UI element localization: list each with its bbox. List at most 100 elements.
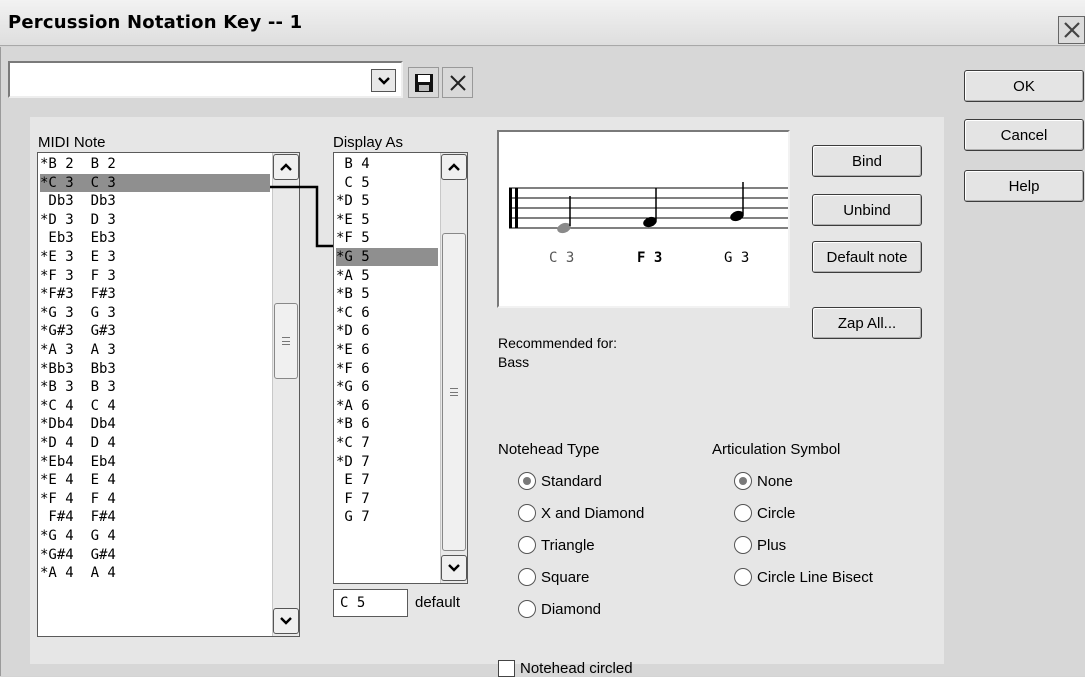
checkbox-box[interactable] bbox=[498, 660, 515, 677]
midi-note-item[interactable]: *C 4 C 4 bbox=[40, 397, 270, 415]
radio-button[interactable] bbox=[518, 472, 536, 490]
midi-note-item[interactable]: Eb3 Eb3 bbox=[40, 229, 270, 247]
midi-note-list[interactable]: *B 2 B 2 *C 3 C 3 Db3 Db3 *D 3 D 3 Eb3 Eb3… bbox=[37, 152, 300, 637]
close-button[interactable] bbox=[1058, 16, 1085, 44]
midi-note-item[interactable]: *A 3 A 3 bbox=[40, 341, 270, 359]
staff-caption-3: G 3 bbox=[724, 250, 750, 266]
display-as-item[interactable]: *A 6 bbox=[336, 397, 438, 415]
radio-button[interactable] bbox=[734, 536, 752, 554]
midi-note-header: MIDI Note bbox=[38, 134, 106, 151]
display-as-item[interactable]: *C 6 bbox=[336, 304, 438, 322]
display-as-item[interactable]: *F 6 bbox=[336, 360, 438, 378]
save-preset-button[interactable] bbox=[408, 67, 439, 98]
display-as-item[interactable]: *A 5 bbox=[336, 267, 438, 285]
articulation-option[interactable]: Plus bbox=[734, 536, 786, 554]
chevron-down-icon bbox=[377, 76, 390, 85]
default-note-field[interactable]: C 5 bbox=[333, 589, 408, 617]
display-as-item[interactable]: *D 7 bbox=[336, 453, 438, 471]
articulation-option[interactable]: Circle Line Bisect bbox=[734, 568, 873, 586]
recommended-label: Recommended for: bbox=[498, 335, 618, 351]
notehead-type-option[interactable]: Diamond bbox=[518, 600, 601, 618]
midi-note-item[interactable]: *B 2 B 2 bbox=[40, 155, 270, 173]
midi-note-item[interactable]: *D 4 D 4 bbox=[40, 434, 270, 452]
scroll-down-button[interactable] bbox=[441, 555, 467, 581]
binding-connector bbox=[270, 185, 335, 248]
display-as-item[interactable]: B 4 bbox=[336, 155, 438, 173]
display-as-item[interactable]: C 5 bbox=[336, 174, 438, 192]
ok-button[interactable]: OK bbox=[964, 70, 1084, 102]
unbind-button[interactable]: Unbind bbox=[812, 194, 922, 226]
midi-note-item[interactable]: *F 3 F 3 bbox=[40, 267, 270, 285]
cancel-button[interactable]: Cancel bbox=[964, 119, 1084, 151]
notehead-type-option[interactable]: Triangle bbox=[518, 536, 595, 554]
scroll-grip-icon bbox=[282, 337, 290, 345]
bind-button[interactable]: Bind bbox=[812, 145, 922, 177]
scroll-down-button[interactable] bbox=[273, 608, 299, 634]
display-as-item[interactable]: *E 5 bbox=[336, 211, 438, 229]
notehead-type-option[interactable]: X and Diamond bbox=[518, 504, 644, 522]
preset-combo[interactable] bbox=[8, 61, 403, 98]
help-button[interactable]: Help bbox=[964, 170, 1084, 202]
display-as-item[interactable]: *D 5 bbox=[336, 192, 438, 210]
radio-button[interactable] bbox=[518, 568, 536, 586]
display-as-item[interactable]: *C 7 bbox=[336, 434, 438, 452]
articulation-option[interactable]: None bbox=[734, 472, 793, 490]
radio-button[interactable] bbox=[734, 504, 752, 522]
radio-button[interactable] bbox=[518, 600, 536, 618]
articulation-heading: Articulation Symbol bbox=[712, 441, 841, 458]
articulation-option[interactable]: Circle bbox=[734, 504, 795, 522]
notehead-type-option[interactable]: Square bbox=[518, 568, 589, 586]
midi-note-item[interactable]: *G#3 G#3 bbox=[40, 322, 270, 340]
notehead-circled-checkbox[interactable]: Notehead circled bbox=[498, 660, 633, 677]
notehead-type-option-label: Standard bbox=[541, 472, 602, 490]
display-as-item[interactable]: E 7 bbox=[336, 471, 438, 489]
midi-note-item[interactable]: *C 3 C 3 bbox=[40, 173, 270, 192]
preset-dropdown-button[interactable] bbox=[371, 69, 396, 92]
articulation-option-label: Circle Line Bisect bbox=[757, 568, 873, 586]
midi-note-item[interactable]: *Eb4 Eb4 bbox=[40, 453, 270, 471]
midi-note-item[interactable]: F#4 F#4 bbox=[40, 508, 270, 526]
midi-note-item[interactable]: *G 4 G 4 bbox=[40, 527, 270, 545]
midi-note-item[interactable]: *F#3 F#3 bbox=[40, 285, 270, 303]
display-as-list[interactable]: B 4 C 5 *D 5 *E 5 *F 5 *G 5 *A 5 *B 5 *C 6 *D 6 *… bbox=[333, 152, 468, 584]
radio-button[interactable] bbox=[734, 472, 752, 490]
midi-note-item[interactable]: *B 3 B 3 bbox=[40, 378, 270, 396]
delete-preset-button[interactable] bbox=[442, 67, 473, 98]
display-as-item[interactable]: *G 5 bbox=[336, 248, 438, 266]
default-note-button[interactable]: Default note bbox=[812, 241, 922, 273]
notehead-type-option[interactable]: Standard bbox=[518, 472, 602, 490]
display-as-item[interactable]: *G 6 bbox=[336, 378, 438, 396]
scroll-thumb[interactable] bbox=[442, 233, 466, 551]
midi-note-item[interactable]: *E 3 E 3 bbox=[40, 248, 270, 266]
notehead-type-heading: Notehead Type bbox=[498, 441, 600, 458]
scroll-up-button[interactable] bbox=[441, 154, 467, 180]
midi-note-item[interactable]: *D 3 D 3 bbox=[40, 211, 270, 229]
display-as-item[interactable]: *F 5 bbox=[336, 229, 438, 247]
midi-note-item[interactable]: Db3 Db3 bbox=[40, 192, 270, 210]
articulation-option-label: Circle bbox=[757, 504, 796, 522]
display-as-item[interactable]: *B 6 bbox=[336, 415, 438, 433]
radio-button[interactable] bbox=[518, 536, 536, 554]
midi-note-item[interactable]: *Bb3 Bb3 bbox=[40, 360, 270, 378]
articulation-option-label: None bbox=[757, 472, 793, 490]
midi-note-item[interactable]: *A 4 A 4 bbox=[40, 564, 270, 582]
scroll-thumb[interactable] bbox=[274, 303, 298, 379]
display-as-item[interactable]: *B 5 bbox=[336, 285, 438, 303]
midi-note-item[interactable]: *F 4 F 4 bbox=[40, 490, 270, 508]
midi-note-item[interactable]: *G 3 G 3 bbox=[40, 304, 270, 322]
display-as-item[interactable]: *E 6 bbox=[336, 341, 438, 359]
close-icon bbox=[1063, 22, 1080, 38]
chevron-down-icon bbox=[448, 564, 460, 572]
display-scrollbar[interactable] bbox=[440, 153, 467, 583]
display-as-item[interactable]: *D 6 bbox=[336, 322, 438, 340]
midi-note-item[interactable]: *G#4 G#4 bbox=[40, 546, 270, 564]
display-as-item[interactable]: F 7 bbox=[336, 490, 438, 508]
notehead-type-option-label: Square bbox=[541, 568, 590, 586]
radio-button[interactable] bbox=[734, 568, 752, 586]
display-as-item[interactable]: G 7 bbox=[336, 508, 438, 526]
zap-all-button[interactable]: Zap All... bbox=[812, 307, 922, 339]
midi-note-item[interactable]: *E 4 E 4 bbox=[40, 471, 270, 489]
delete-icon bbox=[449, 74, 466, 91]
midi-note-item[interactable]: *Db4 Db4 bbox=[40, 415, 270, 433]
radio-button[interactable] bbox=[518, 504, 536, 522]
